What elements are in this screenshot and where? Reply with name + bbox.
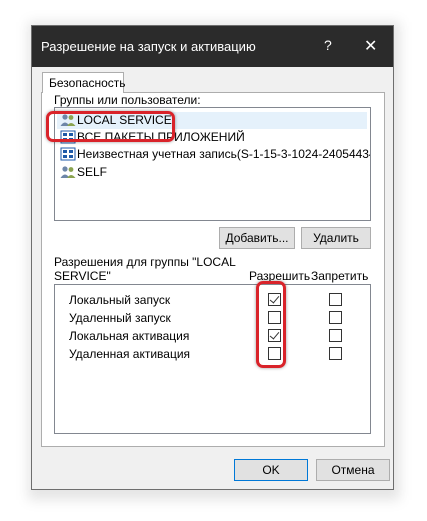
cancel-button[interactable]: Отмена [316,459,390,481]
permission-name: Удаленный запуск [69,311,171,325]
help-icon[interactable]: ? [324,37,332,53]
permission-name: Удаленная активация [69,347,191,361]
list-item-label: Неизвестная учетная запись(S-1-15-3-1024… [77,147,371,161]
deny-checkbox[interactable] [329,347,342,360]
deny-checkbox[interactable] [329,329,342,342]
users-icon [60,166,76,178]
permissions-label-line1: Разрешения для группы "LOCAL [54,255,236,269]
title-bar[interactable]: Разрешение на запуск и активацию ? ✕ [32,26,393,67]
remove-button[interactable]: Удалить [301,227,371,249]
deny-column-header: Запретить [311,269,369,283]
permission-row: Локальная активация [55,327,370,345]
allow-column-highlight [256,281,286,368]
permission-name: Локальная активация [69,329,190,343]
add-button[interactable]: Добавить... [219,227,295,249]
permission-name: Локальный запуск [69,293,171,307]
list-item-label: SELF [77,165,108,179]
permission-row: Удаленная активация [55,345,370,363]
permissions-dialog: Разрешение на запуск и активацию ? ✕ Без… [31,25,394,490]
list-item-unknown-account[interactable]: Неизвестная учетная запись(S-1-15-3-1024… [57,146,370,163]
tab-security-label: Безопасность [49,76,126,90]
selected-group-highlight [46,111,175,142]
unknown-account-icon [60,147,76,161]
deny-checkbox[interactable] [329,311,342,324]
close-icon[interactable]: ✕ [364,36,377,56]
ok-button[interactable]: OK [234,459,308,481]
window-title: Разрешение на запуск и активацию [41,39,256,54]
permissions-label-line2: SERVICE" [54,269,111,283]
deny-checkbox[interactable] [329,293,342,306]
permissions-list: Локальный запуск Удаленный запуск Локаль… [54,284,371,434]
list-item-self[interactable]: SELF [57,164,367,181]
permission-row: Локальный запуск [55,291,370,309]
tab-security[interactable]: Безопасность [42,72,126,93]
permission-row: Удаленный запуск [55,309,370,327]
security-panel: Группы или пользователи: LOCAL SERVICE В… [41,92,385,447]
groups-label: Группы или пользователи: [54,93,201,107]
